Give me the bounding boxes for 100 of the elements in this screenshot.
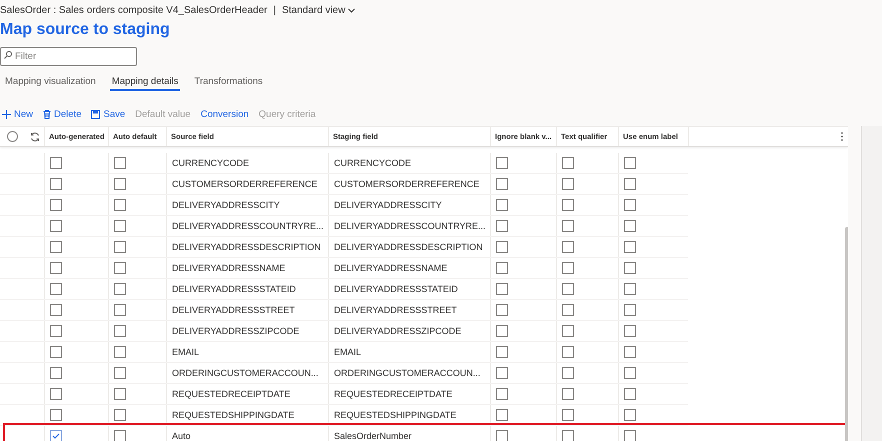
checkbox[interactable] <box>624 325 636 337</box>
tab[interactable]: Mapping details <box>110 73 180 91</box>
select-all-circle-icon[interactable] <box>7 131 18 142</box>
table-cell: CURRENCYCODE <box>166 153 328 173</box>
checkbox[interactable] <box>624 220 636 232</box>
checkbox[interactable] <box>114 346 126 358</box>
checkbox[interactable] <box>496 346 508 358</box>
checkbox[interactable] <box>114 304 126 316</box>
page-title: Map source to staging <box>0 20 171 40</box>
checkbox[interactable] <box>496 220 508 232</box>
checkbox[interactable] <box>50 220 62 232</box>
checkbox[interactable] <box>562 157 574 169</box>
checkbox[interactable] <box>562 241 574 253</box>
toolbar-button[interactable]: New <box>2 108 34 120</box>
checkbox[interactable] <box>496 367 508 379</box>
table-cell: DELIVERYADDRESSSTATEID <box>328 279 490 299</box>
checkbox[interactable] <box>114 241 126 253</box>
filter-field[interactable]: Filter <box>0 47 137 66</box>
tab[interactable]: Mapping visualization <box>3 73 98 91</box>
checkbox[interactable] <box>496 388 508 400</box>
checkbox[interactable] <box>50 367 62 379</box>
breadcrumb-path: SalesOrder : Sales orders composite V4_SalesOrderHeader <box>0 4 268 16</box>
checkbox[interactable] <box>50 409 62 421</box>
checkbox[interactable] <box>624 199 636 211</box>
checkbox[interactable] <box>114 157 126 169</box>
checkbox[interactable] <box>114 178 126 190</box>
checkbox[interactable] <box>562 304 574 316</box>
checkbox[interactable] <box>114 325 126 337</box>
checkbox[interactable] <box>624 304 636 316</box>
table-cell: DELIVERYADDRESSSTREET <box>328 300 490 320</box>
table-cell: SalesOrderNumber <box>328 426 490 441</box>
checkbox[interactable] <box>624 388 636 400</box>
checkbox[interactable] <box>496 157 508 169</box>
checkbox[interactable] <box>496 262 508 274</box>
table-cell: ORDERINGCUSTOMERACCOUN... <box>328 363 490 383</box>
toolbar-button[interactable]: Delete <box>43 108 82 120</box>
table-cell: DELIVERYADDRESSSTATEID <box>166 279 328 299</box>
checkbox[interactable] <box>496 283 508 295</box>
checkbox[interactable] <box>496 409 508 421</box>
checkbox[interactable] <box>562 199 574 211</box>
checkbox[interactable] <box>114 409 126 421</box>
checkbox[interactable] <box>496 304 508 316</box>
table-cell: DELIVERYADDRESSZIPCODE <box>328 321 490 341</box>
table-cell: DELIVERYADDRESSDESCRIPTION <box>166 237 328 257</box>
checkbox[interactable] <box>496 325 508 337</box>
checkbox[interactable] <box>624 409 636 421</box>
checkbox[interactable] <box>562 430 574 441</box>
checkbox[interactable] <box>624 178 636 190</box>
checkbox[interactable] <box>624 241 636 253</box>
checkbox[interactable] <box>50 241 62 253</box>
checkbox[interactable] <box>50 199 62 211</box>
table-cell: CUSTOMERSORDERREFERENCE <box>328 174 490 194</box>
checkbox[interactable] <box>496 199 508 211</box>
view-selector[interactable]: Standard view <box>282 4 356 16</box>
checkbox[interactable] <box>114 199 126 211</box>
checkbox[interactable] <box>562 283 574 295</box>
table-cell: CUSTOMERSORDERREFERENCE <box>166 174 328 194</box>
checkbox[interactable] <box>50 157 62 169</box>
table-cell: DELIVERYADDRESSSTREET <box>166 300 328 320</box>
checkbox[interactable] <box>114 388 126 400</box>
tab[interactable]: Transformations <box>192 73 265 91</box>
checkbox[interactable] <box>114 220 126 232</box>
checkbox[interactable] <box>50 178 62 190</box>
checkbox[interactable] <box>562 262 574 274</box>
table-cell: DELIVERYADDRESSZIPCODE <box>166 321 328 341</box>
checkbox[interactable] <box>50 304 62 316</box>
checkbox[interactable] <box>624 367 636 379</box>
refresh-icon[interactable] <box>30 132 40 142</box>
checkbox[interactable] <box>50 346 62 358</box>
checkbox[interactable] <box>562 220 574 232</box>
checkbox[interactable] <box>624 346 636 358</box>
checkbox[interactable] <box>114 430 126 441</box>
checkbox[interactable] <box>114 262 126 274</box>
checkbox[interactable] <box>562 409 574 421</box>
checkbox[interactable] <box>624 157 636 169</box>
table-cell: Auto <box>166 426 328 441</box>
checkbox[interactable] <box>624 283 636 295</box>
checkbox[interactable] <box>562 346 574 358</box>
toolbar-button[interactable]: Conversion <box>200 108 249 120</box>
checkbox[interactable] <box>114 367 126 379</box>
checkbox[interactable] <box>50 430 62 441</box>
checkbox[interactable] <box>50 388 62 400</box>
table-cell: REQUESTEDSHIPPINGDATE <box>166 405 328 425</box>
checkbox[interactable] <box>624 262 636 274</box>
checkbox[interactable] <box>562 388 574 400</box>
checkbox[interactable] <box>496 178 508 190</box>
toolbar-button[interactable]: Save <box>91 108 126 120</box>
checkbox[interactable] <box>496 430 508 441</box>
checkbox[interactable] <box>50 283 62 295</box>
checkbox[interactable] <box>562 367 574 379</box>
checkbox[interactable] <box>562 178 574 190</box>
checkbox[interactable] <box>624 430 636 441</box>
checkbox[interactable] <box>562 325 574 337</box>
checkbox[interactable] <box>50 325 62 337</box>
table-cell: DELIVERYADDRESSDESCRIPTION <box>328 237 490 257</box>
plus-icon <box>2 110 11 118</box>
checkbox[interactable] <box>114 283 126 295</box>
checkbox[interactable] <box>50 262 62 274</box>
table-cell: EMAIL <box>328 342 490 362</box>
checkbox[interactable] <box>496 241 508 253</box>
